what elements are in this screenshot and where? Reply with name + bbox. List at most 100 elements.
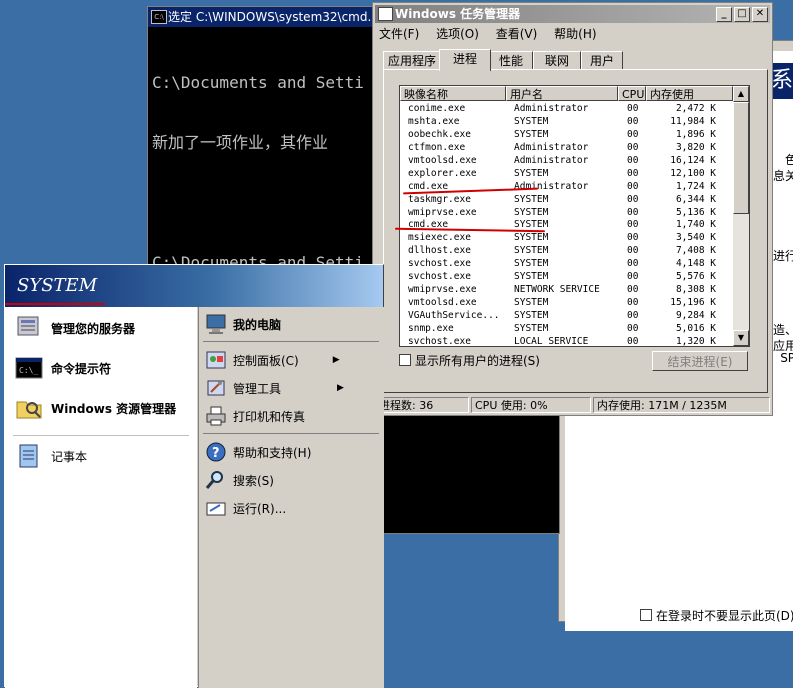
minimize-button[interactable]: _ bbox=[716, 7, 732, 22]
tab-networking[interactable]: 联网 bbox=[533, 51, 581, 70]
menu-item-run[interactable]: 运行(R)... bbox=[205, 497, 286, 519]
menu-view[interactable]: 查看(V) bbox=[496, 27, 538, 41]
process-row[interactable]: svchost.exe LOCAL SERVICE 00 1,320 K bbox=[400, 335, 733, 346]
process-list[interactable]: 映像名称 用户名 CPU 内存使用 conime.exe Administrato… bbox=[399, 85, 750, 347]
process-cpu: 00 bbox=[627, 310, 639, 321]
status-memory-usage: 内存使用: 171M / 1235M bbox=[593, 397, 770, 413]
search-icon bbox=[205, 469, 227, 491]
process-image-name: svchost.exe bbox=[408, 271, 471, 283]
menu-options[interactable]: 选项(O) bbox=[436, 27, 479, 41]
process-row[interactable]: mshta.exe SYSTEM 00 11,984 K bbox=[400, 115, 733, 128]
menu-item-windows-explorer[interactable]: Windows 资源管理器 bbox=[15, 395, 176, 421]
menu-file[interactable]: 文件(F) bbox=[379, 27, 419, 41]
process-row[interactable]: wmiprvse.exe NETWORK SERVICE 00 8,308 K bbox=[400, 283, 733, 296]
process-row[interactable]: svchost.exe SYSTEM 00 5,576 K bbox=[400, 270, 733, 283]
column-cpu[interactable]: CPU bbox=[618, 86, 646, 101]
process-cpu: 00 bbox=[627, 141, 639, 153]
scroll-down-button[interactable]: ▼ bbox=[733, 330, 749, 346]
process-cpu: 00 bbox=[627, 232, 639, 244]
start-menu-user-banner: SYSTEM bbox=[5, 265, 383, 307]
process-user-name: SYSTEM bbox=[514, 128, 549, 140]
dialog-text-fragment: 息关 bbox=[772, 169, 793, 183]
dialog-text-fragment: SP. bbox=[780, 351, 793, 365]
process-rows: conime.exe Administrator 00 2,472 Kmshta.ex… bbox=[400, 102, 733, 346]
show-all-users-checkbox[interactable]: 显示所有用户的进程(S) bbox=[399, 352, 540, 369]
process-row[interactable]: svchost.exe SYSTEM 00 4,148 K bbox=[400, 257, 733, 270]
process-cpu: 00 bbox=[627, 115, 639, 127]
menu-item-label: 我的电脑 bbox=[233, 317, 282, 332]
tab-users[interactable]: 用户 bbox=[581, 51, 623, 70]
svg-text:?: ? bbox=[212, 446, 220, 461]
menu-help[interactable]: 帮助(H) bbox=[554, 27, 596, 41]
process-cpu: 00 bbox=[627, 206, 639, 218]
column-image-name[interactable]: 映像名称 bbox=[400, 86, 506, 101]
process-user-name: SYSTEM bbox=[514, 271, 549, 283]
dont-show-checkbox[interactable]: 在登录时不要显示此页(D) bbox=[640, 607, 793, 624]
process-memory: 16,124 K bbox=[670, 154, 716, 166]
process-memory: 11,984 K bbox=[670, 115, 716, 127]
menu-item-label: 打印机和传真 bbox=[233, 409, 306, 424]
process-row[interactable]: ctfmon.exe Administrator 00 3,820 K bbox=[400, 141, 733, 154]
taskmgr-menubar: 文件(F) 选项(O) 查看(V) 帮助(H) bbox=[379, 25, 610, 42]
column-memory[interactable]: 内存使用 bbox=[646, 86, 733, 101]
menu-item-command-prompt[interactable]: C:\_ 命令提示符 bbox=[15, 355, 111, 381]
checkbox-box[interactable] bbox=[640, 609, 652, 621]
menu-item-control-panel[interactable]: 控制面板(C) ▶ bbox=[205, 349, 346, 371]
menu-item-printers-faxes[interactable]: 打印机和传真 bbox=[205, 405, 305, 427]
explorer-icon bbox=[15, 395, 43, 421]
checkbox-box[interactable] bbox=[399, 354, 411, 366]
process-memory: 3,540 K bbox=[675, 232, 716, 244]
control-panel-icon bbox=[205, 349, 227, 371]
process-row[interactable]: taskmgr.exe SYSTEM 00 6,344 K bbox=[400, 193, 733, 206]
tab-processes[interactable]: 进程 bbox=[439, 49, 491, 71]
process-row[interactable]: msiexec.exe SYSTEM 00 3,540 K bbox=[400, 231, 733, 244]
process-list-scrollbar[interactable]: ▲ ▼ bbox=[733, 86, 749, 346]
process-row[interactable]: vmtoolsd.exe Administrator 00 16,124 K bbox=[400, 154, 733, 167]
process-row[interactable]: VGAuthService... SYSTEM 00 9,284 K bbox=[400, 309, 733, 322]
menu-separator bbox=[13, 435, 189, 436]
process-cpu: 00 bbox=[627, 297, 639, 309]
scroll-thumb[interactable] bbox=[733, 102, 749, 214]
process-memory: 6,344 K bbox=[675, 193, 716, 205]
svg-text:C:\_: C:\_ bbox=[19, 366, 38, 375]
menu-item-manage-server[interactable]: 管理您的服务器 bbox=[15, 315, 135, 341]
taskmgr-title: Windows 任务管理器 bbox=[395, 7, 521, 21]
menu-item-my-computer[interactable]: 我的电脑 bbox=[205, 313, 281, 335]
process-user-name: Administrator bbox=[514, 154, 589, 166]
cmd-title: 选定 C:\WINDOWS\system32\cmd. bbox=[168, 10, 372, 24]
menu-item-notepad[interactable]: 记事本 bbox=[15, 443, 87, 469]
process-image-name: explorer.exe bbox=[408, 167, 477, 179]
process-memory: 5,016 K bbox=[675, 322, 716, 334]
process-row[interactable]: dllhost.exe SYSTEM 00 7,408 K bbox=[400, 244, 733, 257]
process-image-name: mshta.exe bbox=[408, 115, 460, 127]
close-button[interactable]: ✕ bbox=[752, 7, 768, 22]
process-row[interactable]: vmtoolsd.exe SYSTEM 00 15,196 K bbox=[400, 296, 733, 309]
process-row[interactable]: snmp.exe SYSTEM 00 5,016 K bbox=[400, 322, 733, 335]
tab-applications[interactable]: 应用程序 bbox=[383, 51, 441, 70]
task-manager-window[interactable]: Windows 任务管理器 _ □ ✕ 文件(F) 选项(O) 查看(V) 帮助… bbox=[372, 2, 773, 416]
process-row[interactable]: oobechk.exe SYSTEM 00 1,896 K bbox=[400, 128, 733, 141]
menu-item-admin-tools[interactable]: 管理工具 ▶ bbox=[205, 377, 350, 399]
column-user-name[interactable]: 用户名 bbox=[506, 86, 618, 101]
notepad-icon bbox=[15, 443, 43, 469]
taskmgr-titlebar[interactable]: Windows 任务管理器 _ □ ✕ bbox=[375, 5, 770, 23]
process-row[interactable]: wmiprvse.exe SYSTEM 00 5,136 K bbox=[400, 206, 733, 219]
menu-item-label: 管理工具 bbox=[233, 381, 282, 396]
process-user-name: SYSTEM bbox=[514, 245, 549, 257]
end-process-button[interactable]: 结束进程(E) bbox=[652, 351, 748, 371]
dialog-text-fragment: 色 bbox=[784, 153, 793, 167]
menu-item-label: 记事本 bbox=[51, 449, 88, 464]
dialog-text-fragment: 进行 bbox=[772, 249, 793, 263]
scroll-up-button[interactable]: ▲ bbox=[733, 86, 749, 102]
menu-item-help-support[interactable]: ? 帮助和支持(H) bbox=[205, 441, 311, 463]
process-row[interactable]: conime.exe Administrator 00 2,472 K bbox=[400, 102, 733, 115]
server-icon bbox=[15, 315, 43, 341]
admin-tools-icon bbox=[205, 377, 227, 399]
menu-item-search[interactable]: 搜索(S) bbox=[205, 469, 274, 491]
maximize-button[interactable]: □ bbox=[734, 7, 750, 22]
tab-performance[interactable]: 性能 bbox=[489, 51, 533, 70]
process-image-name: conime.exe bbox=[408, 103, 466, 114]
process-memory: 7,408 K bbox=[675, 245, 716, 257]
process-row[interactable]: explorer.exe SYSTEM 00 12,100 K bbox=[400, 167, 733, 180]
process-user-name: SYSTEM bbox=[514, 167, 549, 179]
